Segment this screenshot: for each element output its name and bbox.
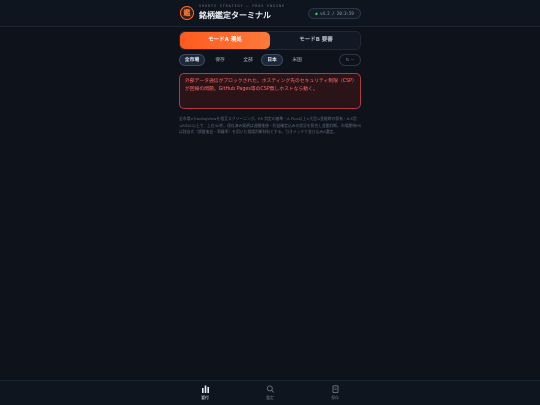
app-logo: 鑑 <box>180 6 194 20</box>
error-alert: 外部データ通信がブロックされた。ホスティング先のセキュリティ制限（CSP）が回線… <box>179 73 361 109</box>
search-icon <box>266 385 274 393</box>
chip-all[interactable]: 全部 <box>237 54 259 66</box>
nav-item-appraisal[interactable]: 鑑定 <box>255 385 285 401</box>
mode-a-button[interactable]: モードA 現処 <box>180 32 270 49</box>
app-title: 銘柄鑑定ターミナル <box>199 11 271 20</box>
clipboard-icon <box>332 385 338 393</box>
version-text: v4.2 / 20:3:59 <box>320 11 354 16</box>
status-dot-icon: ● <box>315 11 318 16</box>
description-text: 全市場×TradingViewを相互スクリーニング。RS 判定の基準・A Plu… <box>179 116 362 135</box>
chip-saved[interactable]: 保存 <box>209 54 231 66</box>
chip-us[interactable]: 米国 <box>287 54 307 66</box>
nav-item-list[interactable]: 要付 <box>190 385 220 401</box>
mode-b-button[interactable]: モードB 要審 <box>271 32 361 49</box>
chip-all-market[interactable]: 全市場 <box>179 54 205 66</box>
mode-toggle: モードA 現処 モードB 要審 <box>179 31 361 50</box>
nav-item-saved[interactable]: 保存 <box>320 385 350 401</box>
bottom-nav: 要付 鑑定 保存 <box>0 380 540 405</box>
bar-chart-icon <box>201 385 209 393</box>
version-badge: ● v4.2 / 20:3:59 <box>308 8 361 19</box>
nav-item-label: 鑑定 <box>266 395 274 400</box>
market-filter-chips: 全市場 保存 全部 日本 米国 <box>179 54 361 67</box>
app-subtitle: SHORTS STRATEGY — PROS ENGINE <box>199 4 285 8</box>
app-header: 鑑 SHORTS STRATEGY — PROS ENGINE 銘柄鑑定ターミナ… <box>0 0 540 27</box>
nav-item-label: 要付 <box>201 395 209 400</box>
nav-item-label: 保存 <box>331 395 339 400</box>
chip-japan[interactable]: 日本 <box>261 54 283 66</box>
error-message: 外部データ通信がブロックされた。ホスティング先のセキュリティ制限（CSP）が回線… <box>185 79 355 92</box>
refresh-button[interactable]: ↻ -- <box>339 54 361 66</box>
